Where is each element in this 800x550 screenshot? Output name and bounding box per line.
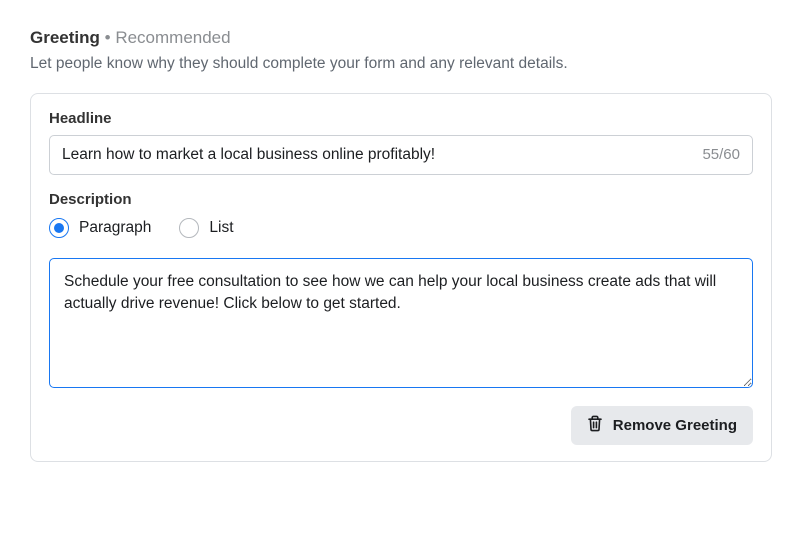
section-header: Greeting • Recommended Let people know w… xyxy=(30,28,772,75)
headline-input[interactable] xyxy=(62,136,694,174)
remove-greeting-label: Remove Greeting xyxy=(613,417,737,434)
section-subtitle-separator: • xyxy=(100,28,115,47)
card-footer: Remove Greeting xyxy=(49,406,753,445)
radio-option-paragraph[interactable]: Paragraph xyxy=(49,218,151,238)
radio-label-paragraph: Paragraph xyxy=(79,219,151,237)
headline-label: Headline xyxy=(49,110,753,127)
section-subtitle: Recommended xyxy=(115,28,230,47)
description-section: Description Paragraph List Schedule your… xyxy=(49,191,753,392)
description-textarea-wrap: Schedule your free consultation to see h… xyxy=(49,258,753,392)
radio-label-list: List xyxy=(209,219,233,237)
radio-circle-icon xyxy=(49,218,69,238)
description-textarea[interactable]: Schedule your free consultation to see h… xyxy=(49,258,753,388)
description-type-radio-group: Paragraph List xyxy=(49,218,753,238)
section-title: Greeting xyxy=(30,28,100,47)
radio-option-list[interactable]: List xyxy=(179,218,233,238)
section-description: Let people know why they should complete… xyxy=(30,54,772,75)
radio-dot-icon xyxy=(54,223,64,233)
greeting-card: Headline 55/60 Description Paragraph Lis… xyxy=(30,93,772,462)
remove-greeting-button[interactable]: Remove Greeting xyxy=(571,406,753,445)
description-label: Description xyxy=(49,191,753,208)
headline-char-counter: 55/60 xyxy=(702,146,740,163)
trash-icon xyxy=(587,415,603,436)
headline-input-row: 55/60 xyxy=(49,135,753,175)
radio-circle-icon xyxy=(179,218,199,238)
